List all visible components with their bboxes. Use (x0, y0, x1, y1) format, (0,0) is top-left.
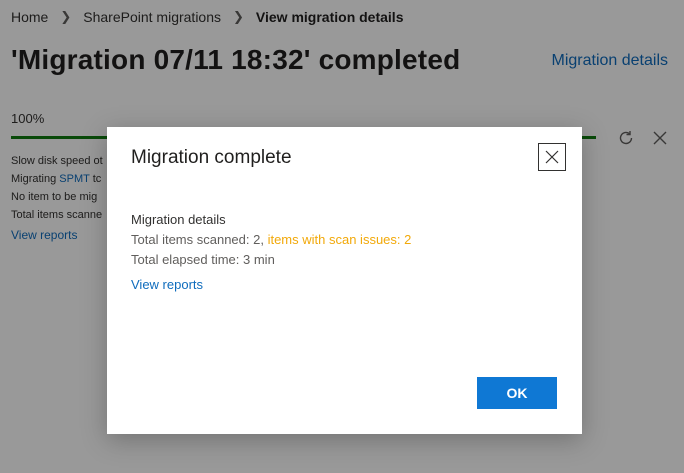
migration-complete-dialog: Migration complete Migration details Tot… (107, 127, 582, 434)
elapsed-time: Total elapsed time: 3 min (131, 252, 275, 267)
dialog-title: Migration complete (131, 147, 292, 168)
ok-button[interactable]: OK (477, 377, 557, 409)
scanned-text: Total items scanned: 2, (131, 232, 268, 247)
dialog-heading: Migration details (131, 212, 226, 227)
scanned-line: Total items scanned: 2, items with scan … (131, 230, 411, 250)
close-icon[interactable] (538, 143, 566, 171)
view-reports-link[interactable]: View reports (131, 277, 203, 292)
dialog-body: Migration details Total items scanned: 2… (131, 210, 411, 270)
scan-issues-text: items with scan issues: 2 (267, 232, 412, 247)
